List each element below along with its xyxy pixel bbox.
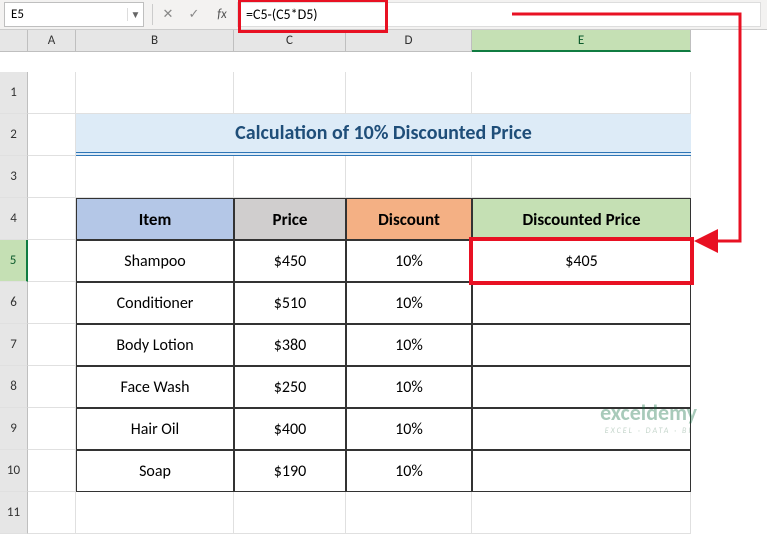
cell-A6[interactable] [28,282,76,324]
cell-discount-5[interactable]: 10% [346,240,472,282]
cell-A3[interactable] [28,156,76,198]
currency-symbol: $ [274,378,282,397]
row-head-9[interactable]: 9 [0,408,28,450]
price-value: 400 [282,420,306,439]
row-head-3[interactable]: 3 [0,156,28,198]
cell-E1[interactable] [472,72,691,114]
cell-E11[interactable] [472,492,691,534]
col-head-D[interactable]: D [346,30,472,52]
currency-symbol: $ [274,420,282,439]
cell-price-10[interactable]: $ 190 [234,450,346,492]
cell-reference[interactable]: E5 [5,7,127,22]
row-head-2[interactable]: 2 [0,114,28,156]
name-box[interactable]: E5 ▼ [4,2,144,27]
cell-item-7[interactable]: Body Lotion [76,324,234,366]
header-discount[interactable]: Discount [346,198,472,240]
cell-A8[interactable] [28,366,76,408]
cell-discount-10[interactable]: 10% [346,450,472,492]
cell-C3[interactable] [234,156,346,198]
cell-discounted-price-9[interactable] [472,408,691,450]
cell-price-8[interactable]: $ 250 [234,366,346,408]
formula-text: =C5-(C5*D5) [238,6,326,23]
row-head-6[interactable]: 6 [0,282,28,324]
cell-B1[interactable] [76,72,234,114]
title-banner[interactable]: Calculation of 10% Discounted Price [76,114,691,156]
cell-A9[interactable] [28,408,76,450]
cell-D11[interactable] [346,492,472,534]
formula-input[interactable]: =C5-(C5*D5) [237,2,761,27]
col-head-C[interactable]: C [234,30,346,52]
cell-discounted-price-6[interactable] [472,282,691,324]
row-head-11[interactable]: 11 [0,492,28,534]
row-head-5[interactable]: 5 [0,240,28,282]
cell-price-5[interactable]: $ 450 [234,240,346,282]
currency-symbol: $ [274,252,282,271]
cell-A5[interactable] [28,240,76,282]
cell-D1[interactable] [346,72,472,114]
spreadsheet-grid[interactable]: A B C D E 1 2 Calculation of 10% Discoun… [0,30,767,534]
cell-item-10[interactable]: Soap [76,450,234,492]
separator [152,4,153,25]
cell-B3[interactable] [76,156,234,198]
cell-price-6[interactable]: $ 510 [234,282,346,324]
currency-symbol: $ [274,462,282,481]
cancel-icon[interactable]: ✕ [155,0,181,29]
cell-A10[interactable] [28,450,76,492]
cell-discounted-price-10[interactable] [472,450,691,492]
col-head-B[interactable]: B [76,30,234,52]
currency-symbol: $ [274,294,282,313]
cell-price-9[interactable]: $ 400 [234,408,346,450]
cell-A11[interactable] [28,492,76,534]
cell-discounted-price-5[interactable]: $ 405 [472,240,691,282]
cell-item-8[interactable]: Face Wash [76,366,234,408]
enter-icon[interactable]: ✓ [181,0,207,29]
cell-discount-8[interactable]: 10% [346,366,472,408]
cell-item-5[interactable]: Shampoo [76,240,234,282]
row-head-8[interactable]: 8 [0,366,28,408]
cell-D3[interactable] [346,156,472,198]
row-head-1[interactable]: 1 [0,72,28,114]
cell-item-6[interactable]: Conditioner [76,282,234,324]
cell-discount-6[interactable]: 10% [346,282,472,324]
currency-symbol: $ [565,252,573,271]
cell-price-7[interactable]: $ 380 [234,324,346,366]
row-head-10[interactable]: 10 [0,450,28,492]
cell-item-9[interactable]: Hair Oil [76,408,234,450]
header-price[interactable]: Price [234,198,346,240]
cell-discount-9[interactable]: 10% [346,408,472,450]
cell-discounted-price-8[interactable] [472,366,691,408]
cell-A7[interactable] [28,324,76,366]
formula-bar: E5 ▼ ✕ ✓ fx =C5-(C5*D5) [0,0,767,30]
price-value: 250 [282,378,306,397]
col-head-A[interactable]: A [28,30,76,52]
currency-symbol: $ [274,336,282,355]
header-discounted-price[interactable]: Discounted Price [472,198,691,240]
cell-discounted-price-7[interactable] [472,324,691,366]
select-all-corner[interactable] [0,30,28,52]
cell-B11[interactable] [76,492,234,534]
cell-A2[interactable] [28,114,76,156]
price-value: 380 [282,336,306,355]
row-head-4[interactable]: 4 [0,198,28,240]
header-item[interactable]: Item [76,198,234,240]
name-box-dropdown-icon[interactable]: ▼ [127,8,143,21]
cell-E3[interactable] [472,156,691,198]
fx-icon[interactable]: fx [207,0,237,29]
cell-C1[interactable] [234,72,346,114]
col-head-E[interactable]: E [472,30,691,52]
price-value: 450 [282,252,306,271]
row-head-7[interactable]: 7 [0,324,28,366]
cell-A4[interactable] [28,198,76,240]
cell-A1[interactable] [28,72,76,114]
discounted-price-value: 405 [573,252,597,271]
price-value: 190 [282,462,306,481]
cell-discount-7[interactable]: 10% [346,324,472,366]
cell-C11[interactable] [234,492,346,534]
price-value: 510 [282,294,306,313]
